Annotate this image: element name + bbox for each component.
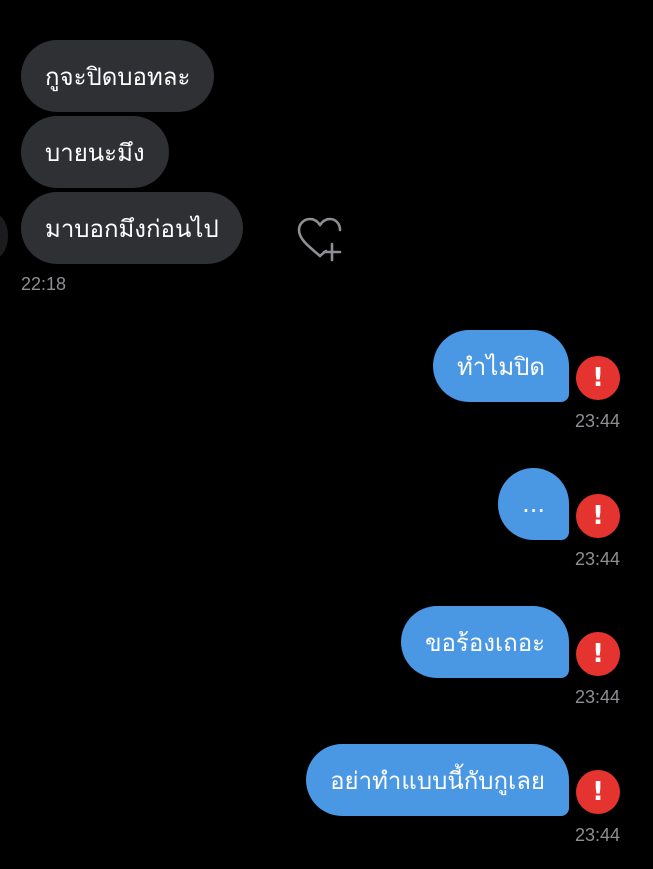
error-icon[interactable]: ! <box>576 356 620 400</box>
timestamp: 23:44 <box>574 411 620 431</box>
message-text: อย่าทำแบบนี้กับกูเลย <box>330 766 545 795</box>
timestamp: 23:44 <box>574 549 620 569</box>
outgoing-message[interactable]: ขอร้องเถอะ <box>401 606 569 678</box>
timestamp: 23:44 <box>574 687 620 707</box>
message-text: มาบอกมึงก่อนไป <box>45 214 219 243</box>
timestamp: 23:44 <box>574 825 620 845</box>
incoming-message[interactable]: มาบอกมึงก่อนไป <box>21 192 243 264</box>
avatar[interactable] <box>0 214 8 258</box>
error-mark: ! <box>592 639 604 669</box>
error-icon[interactable]: ! <box>576 632 620 676</box>
incoming-message[interactable]: บายนะมึง <box>21 116 169 188</box>
error-icon[interactable]: ! <box>576 494 620 538</box>
message-text: บายนะมึง <box>45 138 145 167</box>
outgoing-message[interactable]: ทำไมปิด <box>432 330 569 402</box>
outgoing-message[interactable]: อย่าทำแบบนี้กับกูเลย <box>306 744 569 816</box>
message-text: กูจะปิดบอทละ <box>45 62 191 91</box>
error-mark: ! <box>592 363 604 393</box>
message-text: ขอร้องเถอะ <box>425 628 545 657</box>
timestamp: 22:18 <box>21 274 67 294</box>
heart-plus-icon[interactable] <box>295 216 345 262</box>
error-icon[interactable]: ! <box>576 770 620 814</box>
error-mark: ! <box>592 501 604 531</box>
incoming-message[interactable]: กูจะปิดบอทละ <box>21 40 215 112</box>
message-text: ... <box>522 490 545 518</box>
message-text: ทำไมปิด <box>456 352 545 381</box>
outgoing-message[interactable]: ... <box>498 468 569 540</box>
error-mark: ! <box>592 777 604 807</box>
